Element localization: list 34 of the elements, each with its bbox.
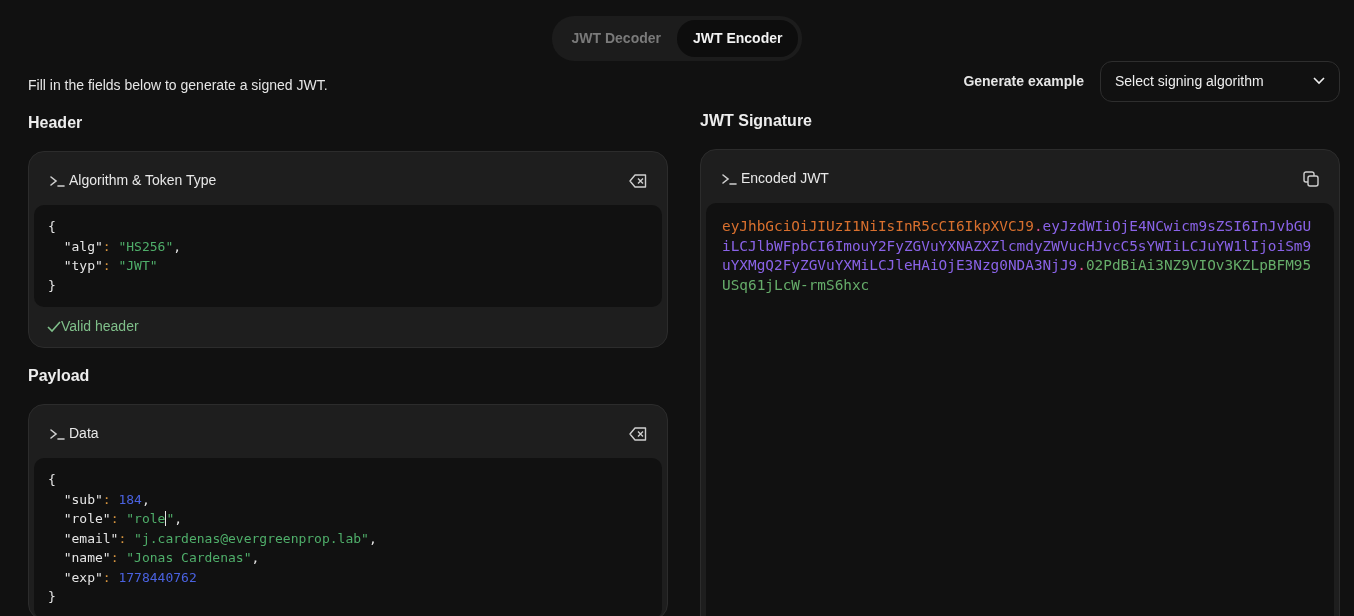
- intro-text: Fill in the fields below to generate a signed JWT.: [28, 76, 329, 95]
- check-icon: [47, 320, 61, 333]
- encoded-token: eyJhbGciOiJIUzI1NiIsInR5cCI6IkpXVCJ9.eyJzdWIiOjE4NCwicm9sZSI6InJvbGUiLCJlbWFpbCI6ImouY2FyZGVuYXNAZXZlcmdyZWVucHJvcC5sYWIiLCJuYW1lIjoiSm9uYXMgQ2FyZGVuYXMiLCJleHAiOjE3Nzg0NDA3NjJ9.02PdBiAi3NZ9VIOv3KZLpBFM95USq61jLcW-rmS6hxc: [706, 203, 1334, 616]
- clear-button[interactable]: [629, 426, 647, 441]
- code-editor[interactable]: { "alg": "HS256", "typ": "JWT" }: [34, 205, 662, 307]
- algorithm-select[interactable]: Select signing algorithm: [1100, 60, 1340, 102]
- code-line: "name": "Jonas Cardenas",: [62, 549, 261, 567]
- chevron-down-icon: [1313, 77, 1325, 85]
- panel-title: Encoded JWT: [741, 169, 829, 188]
- code-line: }: [48, 588, 57, 606]
- section-heading: Header: [28, 113, 84, 133]
- section-heading: JWT Signature: [700, 111, 813, 131]
- code-line: "sub": 184,: [62, 490, 151, 509]
- code-line: {: [48, 471, 57, 489]
- copy-button[interactable]: [1303, 170, 1319, 187]
- code-line: {: [48, 218, 57, 236]
- code-line: "role": "role",: [62, 510, 184, 528]
- terminal-icon: [49, 427, 65, 440]
- validation-message: Valid header: [61, 317, 139, 336]
- section-heading: Payload: [28, 366, 91, 386]
- code-editor[interactable]: { "sub": 184, "role": "role", "email": "j.cardenas@evergreenprop.lab", "name": "Jonas Cardenas", "exp": 1778440762 }: [34, 458, 662, 616]
- terminal-icon: [721, 172, 737, 185]
- panel-title: Data: [69, 424, 99, 443]
- code-line: "typ": "JWT": [62, 257, 159, 275]
- code-line: "alg": "HS256",: [62, 237, 183, 256]
- code-line: "email": "j.cardenas@evergreenprop.lab",: [62, 529, 378, 548]
- tab[interactable]: JWT Decoder: [555, 20, 677, 57]
- tab[interactable]: JWT Encoder: [677, 20, 799, 57]
- clear-button[interactable]: [629, 173, 647, 188]
- code-line: "exp": 1778440762: [62, 568, 198, 587]
- panel-title: Algorithm & Token Type: [69, 171, 217, 190]
- generate-example-label: Generate example: [963, 71, 1084, 91]
- code-line: }: [48, 276, 57, 295]
- terminal-icon: [49, 174, 65, 187]
